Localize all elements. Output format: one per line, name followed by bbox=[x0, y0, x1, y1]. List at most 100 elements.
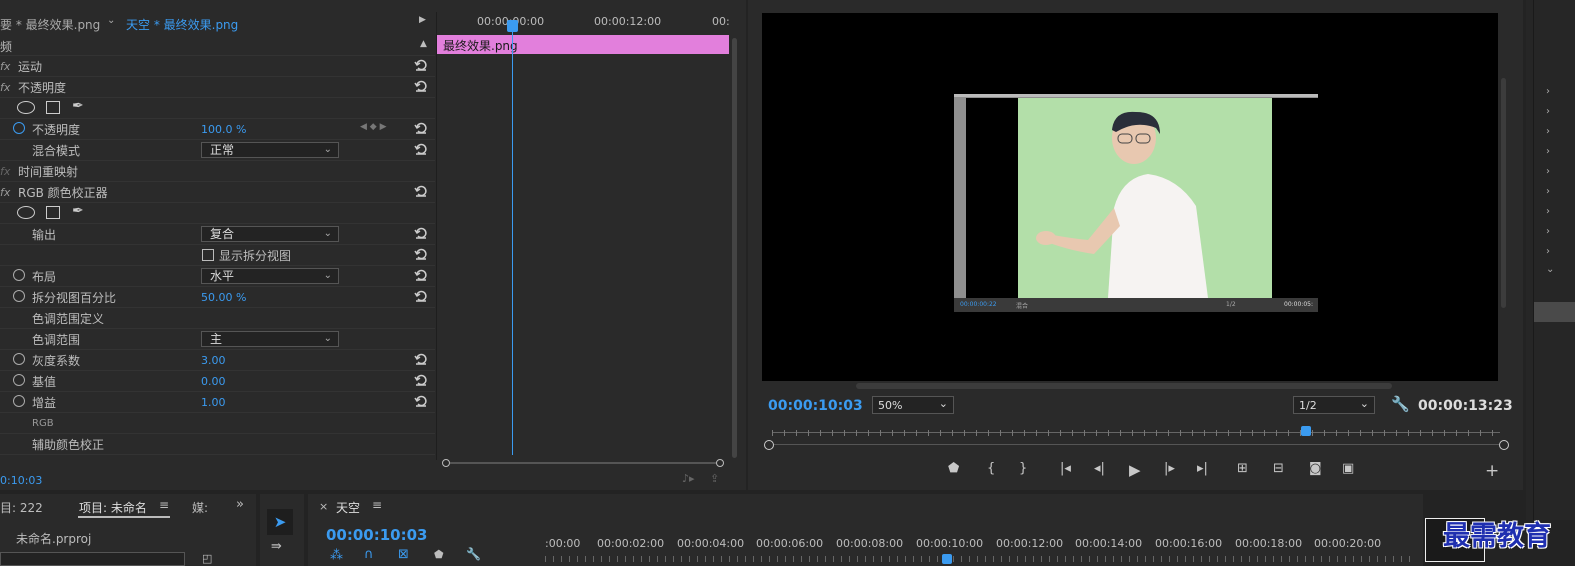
expand-arrow-icon[interactable]: › bbox=[1546, 166, 1550, 177]
stopwatch-icon[interactable] bbox=[13, 353, 25, 365]
stopwatch-icon[interactable] bbox=[13, 374, 25, 386]
search-field[interactable] bbox=[0, 552, 185, 566]
stopwatch-icon[interactable] bbox=[13, 122, 25, 134]
tab-project[interactable]: 项目: 未命名 bbox=[79, 499, 147, 516]
row-value[interactable]: 1.00 bbox=[201, 396, 226, 409]
reset-icon[interactable] bbox=[414, 58, 428, 72]
scrubber-end-handle[interactable] bbox=[1499, 440, 1509, 450]
reset-icon[interactable] bbox=[414, 142, 428, 156]
go-to-out-icon[interactable]: ▸| bbox=[1197, 461, 1208, 476]
overflow-icon[interactable]: » bbox=[236, 497, 244, 512]
effect-row-opacity-value[interactable]: 不透明度 100.0 % ◀ ◆ ▶ bbox=[0, 119, 435, 140]
reset-icon[interactable] bbox=[414, 268, 428, 282]
play-icon[interactable]: ▶ bbox=[1129, 461, 1141, 479]
expand-arrow-icon[interactable]: › bbox=[1546, 186, 1550, 197]
keyframe-nav-icon[interactable]: ◀ ◆ ▶ bbox=[360, 122, 387, 132]
menu-icon[interactable]: ≡ bbox=[159, 498, 169, 512]
expand-arrow-icon[interactable]: › bbox=[1546, 106, 1550, 117]
tab-bin[interactable]: 目: 222 bbox=[0, 499, 43, 516]
effect-row-opacity[interactable]: fx 不透明度 bbox=[0, 77, 435, 98]
reset-icon[interactable] bbox=[414, 394, 428, 408]
extract-icon[interactable]: ⊟ bbox=[1273, 461, 1284, 476]
close-icon[interactable]: × bbox=[319, 500, 328, 513]
add-button-icon[interactable]: + bbox=[1485, 461, 1499, 481]
expand-arrow-icon[interactable]: › bbox=[1546, 246, 1550, 257]
reset-icon[interactable] bbox=[414, 79, 428, 93]
camera-icon[interactable]: ◙ bbox=[1309, 461, 1322, 476]
effect-row-split-percent[interactable]: 拆分视图百分比 50.00 % bbox=[0, 287, 435, 308]
bin-icon[interactable]: ◰ bbox=[202, 552, 212, 565]
timeline-playhead[interactable] bbox=[942, 554, 952, 564]
reset-icon[interactable] bbox=[414, 352, 428, 366]
collapse-icon[interactable]: ▲ bbox=[420, 39, 427, 49]
reset-icon[interactable] bbox=[414, 226, 428, 240]
go-to-in-icon[interactable]: |◂ bbox=[1060, 461, 1071, 476]
ellipse-mask-icon[interactable] bbox=[17, 101, 35, 114]
effect-row-layout[interactable]: 布局 水平 ⌄ bbox=[0, 266, 435, 287]
pen-mask-icon[interactable]: ✒ bbox=[72, 203, 84, 219]
stopwatch-icon[interactable] bbox=[13, 290, 25, 302]
tab-inactive[interactable]: 要 * 最终效果.png bbox=[0, 16, 100, 33]
audio-icon[interactable]: ♪▸ bbox=[682, 472, 695, 485]
mini-zoom-scrollbar[interactable] bbox=[442, 459, 724, 467]
selected-row[interactable] bbox=[1534, 302, 1575, 322]
tab-active[interactable]: 天空 * 最终效果.png bbox=[126, 16, 238, 33]
effect-row-tonal-def[interactable]: 色调范围定义 bbox=[0, 308, 435, 329]
tab-media[interactable]: 媒: bbox=[192, 499, 208, 516]
clip-bar[interactable]: 最终效果.png bbox=[437, 35, 729, 54]
rectangle-mask-icon[interactable] bbox=[46, 101, 60, 114]
row-value[interactable]: 3.00 bbox=[201, 354, 226, 367]
mark-out-icon[interactable]: } bbox=[1019, 461, 1027, 476]
expand-arrow-icon[interactable]: › bbox=[1546, 206, 1550, 217]
row-value[interactable]: 50.00 % bbox=[201, 291, 246, 304]
wrench-icon[interactable]: 🔧 bbox=[466, 547, 481, 561]
mark-in-icon[interactable]: { bbox=[987, 461, 995, 476]
stopwatch-icon[interactable] bbox=[13, 395, 25, 407]
linked-icon[interactable]: ∩ bbox=[364, 547, 374, 562]
effect-row-secondary[interactable]: 辅助颜色校正 bbox=[0, 434, 435, 455]
timeline-ruler[interactable]: :00:00 00:00:02:00 00:00:04:00 00:00:06:… bbox=[545, 534, 1425, 564]
selection-tool[interactable]: ➤ bbox=[267, 509, 293, 535]
effect-row-gamma[interactable]: 灰度系数 3.00 bbox=[0, 350, 435, 371]
effect-row-time-remap[interactable]: fx 时间重映射 bbox=[0, 161, 435, 182]
pen-mask-icon[interactable]: ✒ bbox=[72, 98, 84, 114]
effect-current-time[interactable]: 0:10:03 bbox=[0, 474, 42, 487]
expand-arrow-icon[interactable]: › bbox=[1546, 126, 1550, 137]
compare-icon[interactable]: ▣ bbox=[1342, 461, 1354, 476]
row-value[interactable]: 0.00 bbox=[201, 375, 226, 388]
program-timecode[interactable]: 00:00:10:03 bbox=[768, 398, 863, 414]
project-file[interactable]: 未命名.prproj bbox=[16, 530, 91, 547]
expand-arrow-icon[interactable]: › bbox=[1546, 146, 1550, 157]
timeline-timecode[interactable]: 00:00:10:03 bbox=[326, 526, 428, 544]
effect-scrollbar[interactable] bbox=[732, 38, 737, 458]
stopwatch-icon[interactable] bbox=[13, 269, 25, 281]
zoom-select[interactable]: 50% ⌄ bbox=[872, 396, 954, 414]
add-marker-icon[interactable]: ⊠ bbox=[398, 547, 409, 562]
export-icon[interactable]: ⇪ bbox=[710, 472, 719, 485]
playhead-line[interactable] bbox=[512, 20, 513, 455]
snap-icon[interactable]: ⁂ bbox=[330, 548, 343, 563]
monitor-vscroll[interactable] bbox=[1501, 78, 1506, 308]
lift-icon[interactable]: ⊞ bbox=[1237, 461, 1248, 476]
expand-arrow-icon[interactable]: ▶ bbox=[419, 15, 426, 25]
chevron-down-icon[interactable]: ⌄ bbox=[1546, 264, 1554, 275]
tonal-range-select[interactable]: 主 ⌄ bbox=[201, 331, 339, 347]
monitor-hscroll[interactable] bbox=[856, 383, 1392, 389]
track-select-tool[interactable]: ⇛ bbox=[271, 539, 282, 554]
timeline-tab[interactable]: 天空 bbox=[336, 499, 360, 516]
scrubber-start-handle[interactable] bbox=[764, 440, 774, 450]
expand-arrow-icon[interactable]: › bbox=[1546, 86, 1550, 97]
output-select[interactable]: 复合 ⌄ bbox=[201, 226, 339, 242]
playhead-handle[interactable] bbox=[507, 20, 518, 32]
blend-mode-select[interactable]: 正常 ⌄ bbox=[201, 142, 339, 158]
row-value[interactable]: 100.0 % bbox=[201, 123, 246, 136]
reset-icon[interactable] bbox=[414, 121, 428, 135]
step-back-icon[interactable]: ◂| bbox=[1094, 461, 1105, 476]
effect-row-output[interactable]: 输出 复合 ⌄ bbox=[0, 224, 435, 245]
effect-row-gain[interactable]: 增益 1.00 bbox=[0, 392, 435, 413]
chevron-down-icon[interactable]: ⌄ bbox=[107, 15, 115, 26]
effect-row-pedestal[interactable]: 基值 0.00 bbox=[0, 371, 435, 392]
rectangle-mask-icon[interactable] bbox=[46, 206, 60, 219]
layout-select[interactable]: 水平 ⌄ bbox=[201, 268, 339, 284]
reset-icon[interactable] bbox=[414, 247, 428, 261]
